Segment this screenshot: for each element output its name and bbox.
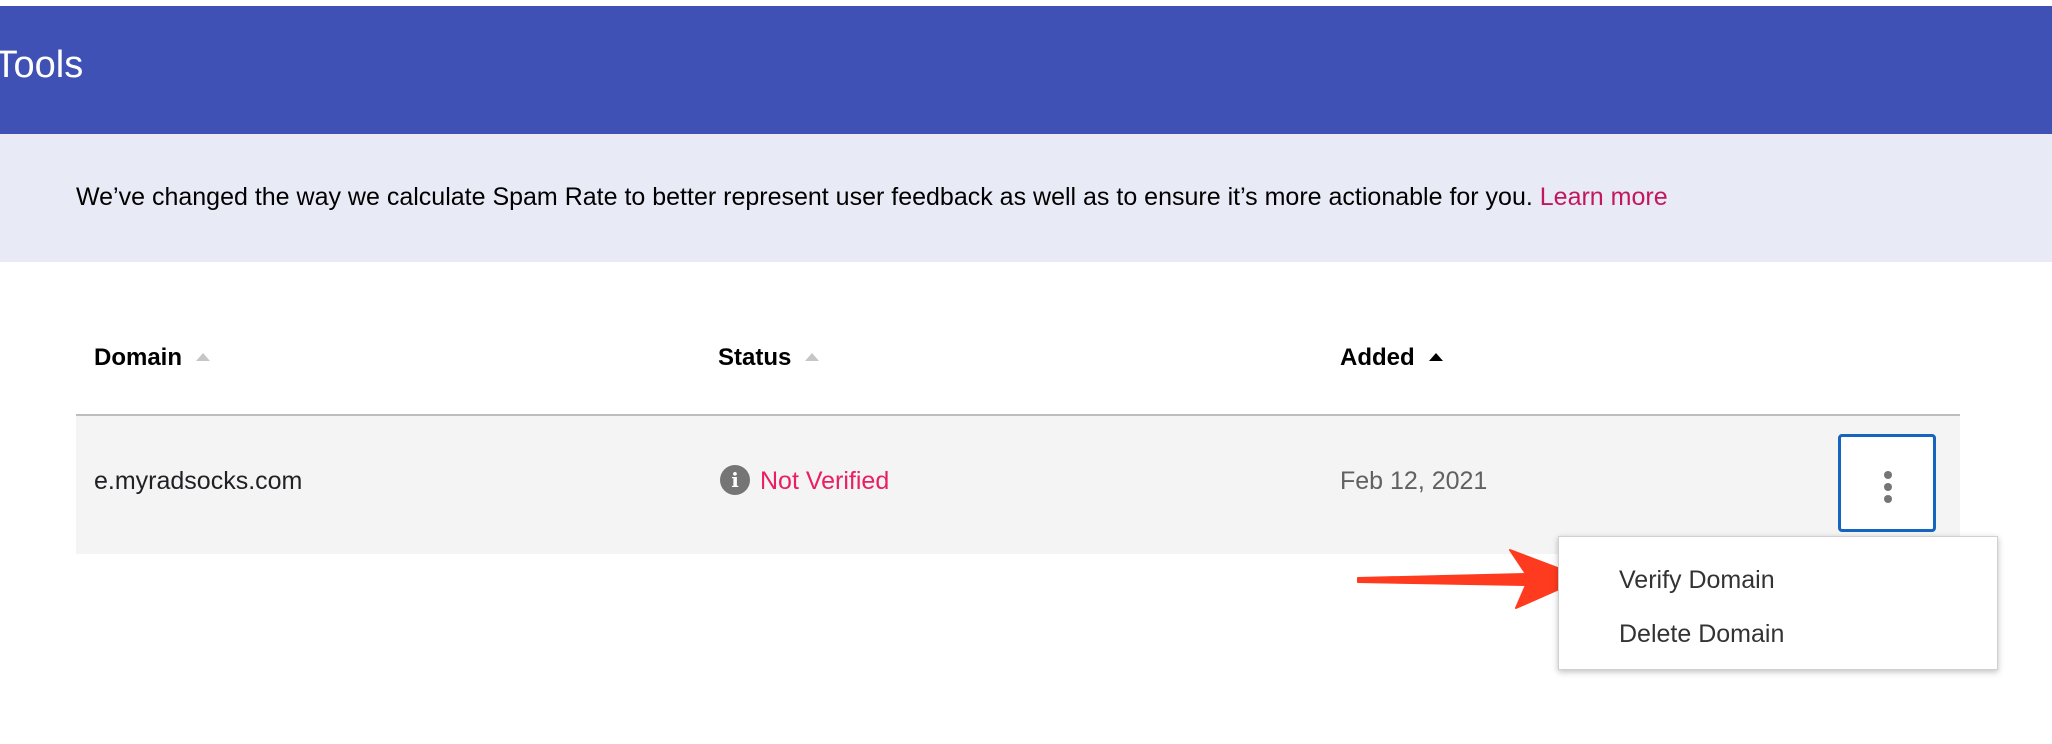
more-vert-dot (1884, 495, 1892, 503)
column-header-added[interactable]: Added (1340, 344, 1443, 373)
status-cell: i Not Verified (720, 465, 890, 497)
app-root: r Tools We’ve changed the way we calcula… (0, 0, 2052, 744)
status-text: Not Verified (760, 467, 890, 495)
column-header-status[interactable]: Status (718, 344, 820, 373)
app-header: r Tools (0, 6, 2052, 134)
info-banner: We’ve changed the way we calculate Spam … (0, 134, 2052, 262)
row-actions-button[interactable] (1838, 434, 1936, 532)
learn-more-link[interactable]: Learn more (1540, 183, 1668, 211)
domain-cell: e.myradsocks.com (94, 467, 303, 495)
more-vert-dot (1884, 483, 1892, 491)
added-date-cell: Feb 12, 2021 (1340, 467, 1488, 495)
menu-item-verify-domain[interactable]: Verify Domain (1619, 565, 1775, 595)
red-arrow-annotation (1357, 549, 1585, 609)
menu-item-delete-domain[interactable]: Delete Domain (1619, 619, 1784, 649)
more-vert-dot (1884, 471, 1892, 479)
sort-arrow-icon (196, 352, 211, 361)
banner-text: We’ve changed the way we calculate Spam … (76, 183, 1540, 211)
row-actions-menu: Verify Domain Delete Domain (1558, 536, 1998, 670)
column-header-status-label: Status (718, 344, 792, 371)
sort-arrow-active-icon (1428, 352, 1443, 361)
info-icon: i (720, 465, 750, 496)
table-row[interactable]: e.myradsocks.com i Not Verified Feb 12, 2… (76, 416, 1960, 554)
banner-message: We’ve changed the way we calculate Spam … (76, 182, 1668, 212)
sort-arrow-icon (805, 352, 820, 361)
column-header-domain[interactable]: Domain (94, 344, 211, 373)
column-header-domain-label: Domain (94, 344, 183, 371)
app-title: r Tools (0, 44, 84, 86)
column-header-added-label: Added (1340, 344, 1415, 371)
